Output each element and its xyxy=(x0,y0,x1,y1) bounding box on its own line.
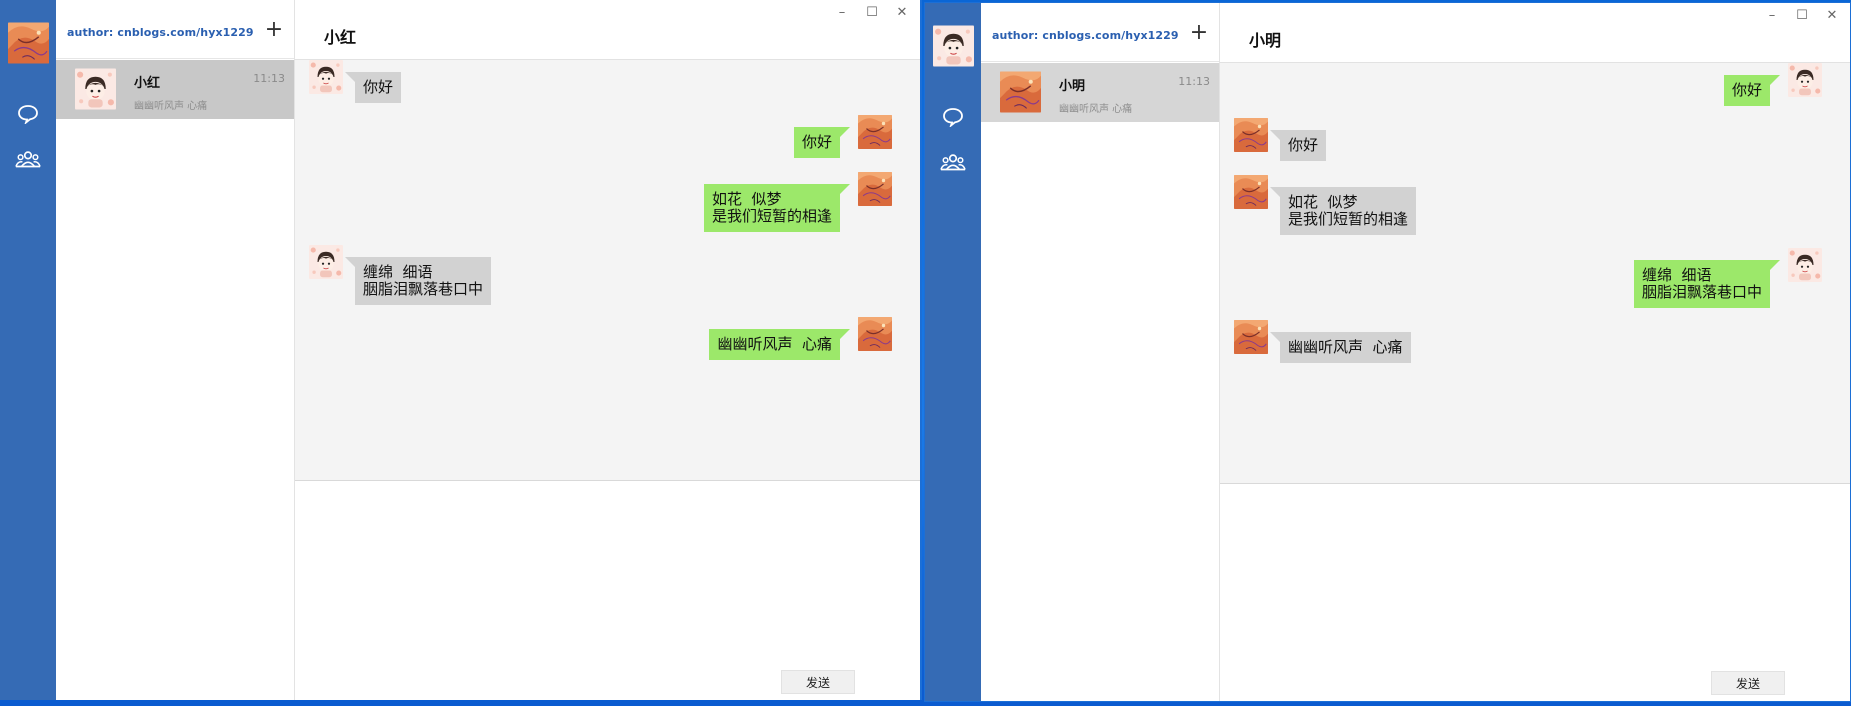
close-icon[interactable]: ✕ xyxy=(1822,7,1842,23)
chat-panel: 小明 – ☐ ✕ 你好 你好 如花 似梦 是我们短暂的相逢 缠绵 细语 胭脂泪飘… xyxy=(1220,3,1850,701)
sender-avatar xyxy=(1234,175,1268,209)
my-avatar[interactable] xyxy=(933,25,974,67)
sender-avatar xyxy=(309,245,343,279)
author-link[interactable]: author: cnblogs.com/hyx1229 xyxy=(67,26,254,39)
chat-bubble-icon[interactable] xyxy=(15,102,41,126)
message-bubble: 你好 xyxy=(344,72,402,103)
message-bubble: 你好 xyxy=(1269,130,1327,161)
sender-avatar xyxy=(858,172,892,206)
message-input[interactable]: 发送 xyxy=(1220,485,1850,701)
sender-avatar xyxy=(1788,63,1822,97)
list-header-divider xyxy=(56,58,294,59)
message-bubble: 你好 xyxy=(1723,75,1781,106)
contacts-icon[interactable] xyxy=(15,148,41,172)
message-input[interactable]: 发送 xyxy=(295,482,920,700)
message-area[interactable]: 你好 你好 如花 似梦 是我们短暂的相逢 缠绵 细语 胭脂泪飘落巷口中 幽幽听风… xyxy=(1220,63,1850,484)
side-rail xyxy=(0,0,56,700)
contact-avatar xyxy=(75,68,116,110)
conversation-preview: 幽幽听风声 心痛 xyxy=(1059,104,1133,115)
contacts-icon[interactable] xyxy=(940,151,966,175)
sender-avatar xyxy=(1234,320,1268,354)
message-bubble: 如花 似梦 是我们短暂的相逢 xyxy=(703,184,851,232)
chat-title: 小红 xyxy=(324,28,357,47)
conversation-time: 11:13 xyxy=(1178,75,1210,88)
sender-avatar xyxy=(1234,118,1268,152)
my-avatar[interactable] xyxy=(8,22,49,64)
minimize-icon[interactable]: – xyxy=(832,4,852,20)
message-bubble: 幽幽听风声 心痛 xyxy=(709,329,850,360)
conversation-preview: 幽幽听风声 心痛 xyxy=(134,101,208,112)
sender-avatar xyxy=(309,60,343,94)
conversation-time: 11:13 xyxy=(253,72,285,85)
conversation-item[interactable]: 小明 11:13 幽幽听风声 心痛 xyxy=(981,63,1219,122)
window-controls: – ☐ ✕ xyxy=(1762,7,1842,23)
conversation-list: author: cnblogs.com/hyx1229 + 小红 11:13 幽… xyxy=(56,0,295,700)
chat-title: 小明 xyxy=(1249,31,1282,50)
chat-window-2: author: cnblogs.com/hyx1229 + 小明 11:13 幽… xyxy=(924,2,1851,702)
maximize-icon[interactable]: ☐ xyxy=(862,4,882,20)
chat-window-1: author: cnblogs.com/hyx1229 + 小红 11:13 幽… xyxy=(0,0,922,700)
list-header-divider xyxy=(981,61,1219,62)
message-bubble: 缠绵 细语 胭脂泪飘落巷口中 xyxy=(344,257,492,305)
sender-avatar xyxy=(1788,248,1822,282)
contact-name: 小明 xyxy=(1059,79,1086,94)
chat-panel: 小红 – ☐ ✕ 你好 你好 如花 似梦 是我们短暂的相逢 缠绵 细语 胭脂泪飘… xyxy=(295,0,920,700)
minimize-icon[interactable]: – xyxy=(1762,7,1782,23)
conversation-list: author: cnblogs.com/hyx1229 + 小明 11:13 幽… xyxy=(981,3,1220,701)
sender-avatar xyxy=(858,115,892,149)
message-bubble: 你好 xyxy=(793,127,851,158)
conversation-item[interactable]: 小红 11:13 幽幽听风声 心痛 xyxy=(56,60,294,119)
author-link[interactable]: author: cnblogs.com/hyx1229 xyxy=(992,29,1179,42)
message-area[interactable]: 你好 你好 如花 似梦 是我们短暂的相逢 缠绵 细语 胭脂泪飘落巷口中 幽幽听风… xyxy=(295,60,920,481)
contact-name: 小红 xyxy=(134,76,161,91)
maximize-icon[interactable]: ☐ xyxy=(1792,7,1812,23)
window-controls: – ☐ ✕ xyxy=(832,4,912,20)
send-button[interactable]: 发送 xyxy=(781,670,855,694)
sender-avatar xyxy=(858,317,892,351)
message-bubble: 缠绵 细语 胭脂泪飘落巷口中 xyxy=(1633,260,1781,308)
add-icon[interactable]: + xyxy=(1189,22,1209,45)
close-icon[interactable]: ✕ xyxy=(892,4,912,20)
side-rail xyxy=(925,3,981,701)
send-button[interactable]: 发送 xyxy=(1711,671,1785,695)
contact-avatar xyxy=(1000,71,1041,113)
chat-bubble-icon[interactable] xyxy=(940,105,966,129)
message-bubble: 如花 似梦 是我们短暂的相逢 xyxy=(1269,187,1417,235)
message-bubble: 幽幽听风声 心痛 xyxy=(1270,332,1411,363)
add-icon[interactable]: + xyxy=(264,19,284,42)
